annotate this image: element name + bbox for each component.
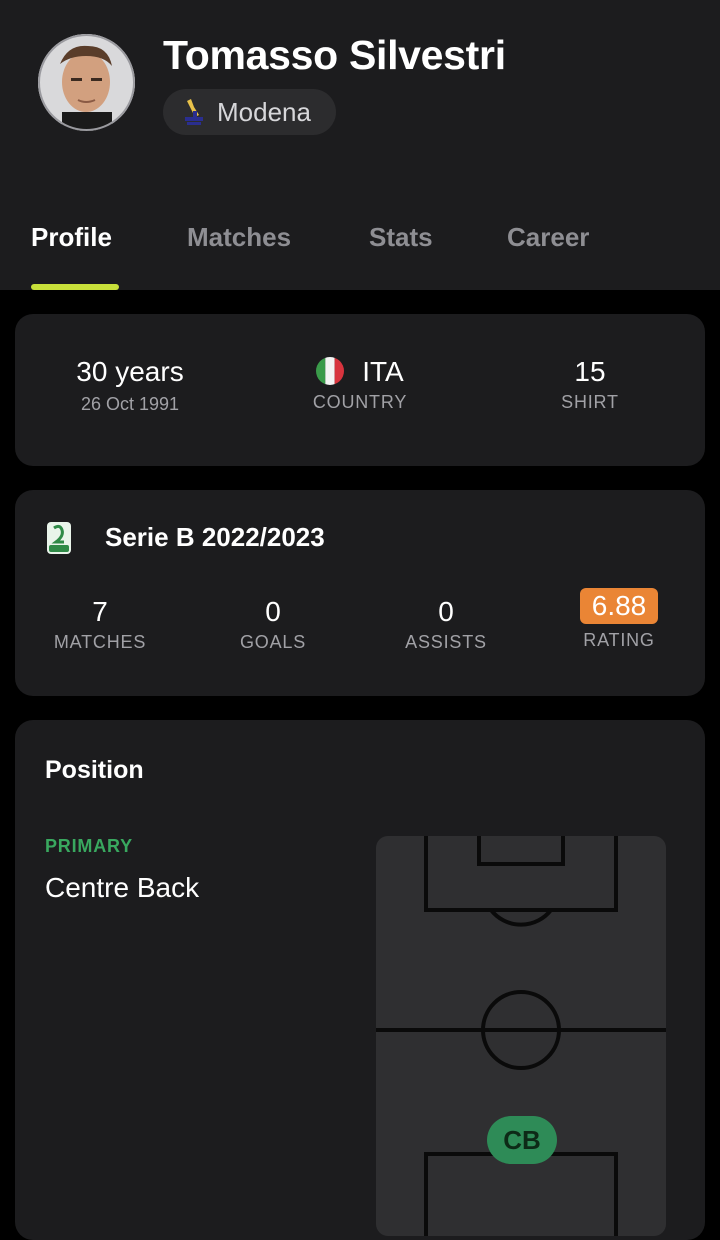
position-card: Position PRIMARY Centre Back CB <box>15 720 705 1240</box>
matches-value: 7 <box>92 596 108 627</box>
italy-flag-icon <box>316 357 345 385</box>
goals-value: 0 <box>265 596 281 627</box>
position-section-title: Position <box>45 756 144 784</box>
pitch-diagram <box>376 836 666 1236</box>
primary-position-label: PRIMARY <box>45 836 133 856</box>
goals-label: GOALS <box>239 632 307 652</box>
tab-stats[interactable]: Stats <box>369 222 433 253</box>
tab-career[interactable]: Career <box>507 222 589 253</box>
rating-badge: 6.88 <box>579 588 659 624</box>
active-tab-indicator <box>31 284 119 290</box>
player-header: Tomasso Silvestri Modena Profile Matches… <box>0 0 720 290</box>
pitch-lines-icon <box>376 836 666 1236</box>
birth-date: 26 Oct 1991 <box>80 394 180 414</box>
league-season-title: Serie B 2022/2023 <box>105 522 325 552</box>
tab-profile[interactable]: Profile <box>31 222 112 253</box>
rating-label: RATING <box>583 630 655 650</box>
tab-bar: Profile Matches Stats Career <box>0 222 720 262</box>
shirt-label: SHIRT <box>561 392 619 412</box>
tab-matches[interactable]: Matches <box>187 222 291 253</box>
matches-stat: 7 MATCHES <box>30 596 170 653</box>
assists-value: 0 <box>438 596 454 627</box>
season-stats-card[interactable]: Serie B 2022/2023 7 MATCHES 0 GOALS 0 AS… <box>15 490 705 696</box>
goals-stat: 0 GOALS <box>203 596 343 653</box>
shirt-stat: 15 SHIRT <box>510 356 670 413</box>
matches-label: MATCHES <box>53 632 147 652</box>
player-info-card: 30 years 26 Oct 1991 ITA COUNTRY 15 SHIR… <box>15 314 705 466</box>
serie-b-logo-icon <box>47 522 71 554</box>
shirt-number: 15 <box>574 356 606 387</box>
primary-position-value: Centre Back <box>45 872 200 903</box>
country-label: COUNTRY <box>312 392 408 412</box>
position-chip-cb: CB <box>487 1116 557 1164</box>
age-stat: 30 years 26 Oct 1991 <box>50 356 210 415</box>
country-code: ITA <box>362 356 404 387</box>
age-value: 30 years <box>76 356 184 387</box>
country-stat: ITA COUNTRY <box>280 356 440 413</box>
team-chip[interactable]: Modena <box>163 89 336 135</box>
assists-label: ASSISTS <box>405 632 487 652</box>
player-avatar <box>38 34 135 131</box>
rating-stat: 6.88 RATING <box>549 588 689 651</box>
assists-stat: 0 ASSISTS <box>376 596 516 653</box>
team-name: Modena <box>217 96 311 127</box>
player-name: Tomasso Silvestri <box>163 32 506 78</box>
team-crest-icon <box>185 99 203 125</box>
